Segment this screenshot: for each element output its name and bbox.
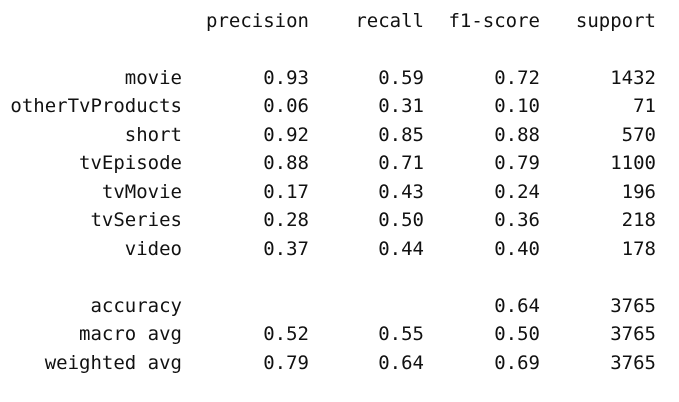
row-label: video (124, 238, 182, 260)
row-support: 3765 (610, 352, 656, 374)
row-support: 1432 (610, 67, 656, 89)
row-precision: 0.79 (263, 352, 309, 374)
row-support: 1100 (610, 152, 656, 174)
report-row-short: short 0.92 0.85 0.88 570 (0, 122, 679, 148)
row-f1-score: 0.79 (494, 152, 540, 174)
row-label: movie (124, 67, 182, 89)
row-support: 196 (621, 181, 656, 203)
row-support: 3765 (610, 323, 656, 345)
report-row-tvseries: tvSeries 0.28 0.50 0.36 218 (0, 207, 679, 233)
row-precision: 0.06 (263, 95, 309, 117)
row-support: 218 (621, 209, 656, 231)
row-recall: 0.64 (378, 352, 424, 374)
row-label: short (124, 124, 182, 146)
row-support: 178 (621, 238, 656, 260)
row-f1-score: 0.24 (494, 181, 540, 203)
row-f1-score: 0.50 (494, 323, 540, 345)
report-row-movie: movie 0.93 0.59 0.72 1432 (0, 65, 679, 91)
row-precision: 0.93 (263, 67, 309, 89)
classification-report: precision recall f1-score support movie … (0, 0, 679, 402)
row-support: 3765 (610, 295, 656, 317)
row-recall: 0.44 (378, 238, 424, 260)
row-support: 570 (621, 124, 656, 146)
row-precision: 0.37 (263, 238, 309, 260)
row-label: macro avg (79, 323, 182, 345)
row-f1-score: 0.88 (494, 124, 540, 146)
report-row-video: video 0.37 0.44 0.40 178 (0, 236, 679, 262)
row-recall: 0.50 (378, 209, 424, 231)
header-support: support (575, 10, 656, 32)
report-row-accuracy: accuracy 0.64 3765 (0, 293, 679, 319)
row-label: weighted avg (44, 352, 182, 374)
row-f1-score: 0.36 (494, 209, 540, 231)
report-row-weighted-avg: weighted avg 0.79 0.64 0.69 3765 (0, 350, 679, 376)
row-f1-score: 0.64 (494, 295, 540, 317)
header-precision: precision (206, 10, 309, 32)
row-precision: 0.52 (263, 323, 309, 345)
row-label: tvMovie (101, 181, 182, 203)
report-row-tvmovie: tvMovie 0.17 0.43 0.24 196 (0, 179, 679, 205)
row-precision: 0.28 (263, 209, 309, 231)
report-row-othertvproducts: otherTvProducts 0.06 0.31 0.10 71 (0, 93, 679, 119)
row-label: otherTvProducts (10, 95, 182, 117)
header-recall: recall (355, 10, 424, 32)
row-support: 71 (633, 95, 656, 117)
row-label: accuracy (90, 295, 182, 317)
row-recall: 0.71 (378, 152, 424, 174)
row-recall: 0.59 (378, 67, 424, 89)
row-precision: 0.17 (263, 181, 309, 203)
report-row-tvepisode: tvEpisode 0.88 0.71 0.79 1100 (0, 150, 679, 176)
row-f1-score: 0.69 (494, 352, 540, 374)
row-recall: 0.31 (378, 95, 424, 117)
report-row-macro-avg: macro avg 0.52 0.55 0.50 3765 (0, 321, 679, 347)
row-recall: 0.43 (378, 181, 424, 203)
row-precision: 0.92 (263, 124, 309, 146)
report-header-row: precision recall f1-score support (0, 8, 679, 34)
row-label: tvSeries (90, 209, 182, 231)
row-f1-score: 0.40 (494, 238, 540, 260)
row-precision: 0.88 (263, 152, 309, 174)
header-f1-score: f1-score (448, 10, 540, 32)
row-f1-score: 0.72 (494, 67, 540, 89)
row-recall: 0.85 (378, 124, 424, 146)
row-recall: 0.55 (378, 323, 424, 345)
row-f1-score: 0.10 (494, 95, 540, 117)
row-label: tvEpisode (79, 152, 182, 174)
